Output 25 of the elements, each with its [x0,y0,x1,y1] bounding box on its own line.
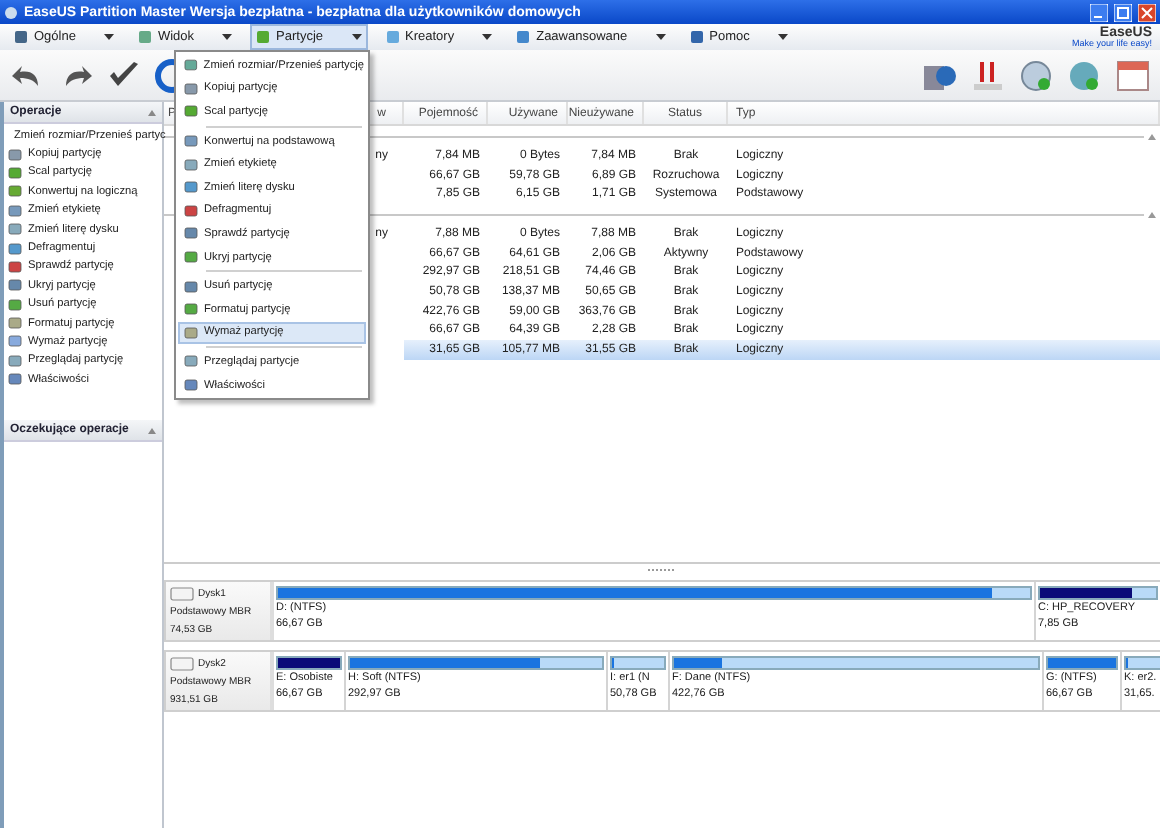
caret-icon [655,34,666,40]
caret-icon [222,34,233,40]
collapse-icon[interactable] [1148,211,1156,218]
caret-icon [777,34,788,40]
hard-drive-icon [170,655,194,671]
splitter-handle[interactable] [648,568,676,572]
menu-icon [14,30,28,44]
collapse-icon[interactable] [1148,133,1156,139]
close-button[interactable] [1138,3,1156,21]
menu-icon [516,30,531,44]
maximize-button[interactable] [1114,3,1132,21]
menu-icon [689,30,704,44]
app-icon [4,5,18,19]
disc-add-icon[interactable] [1016,55,1056,95]
minimize-button[interactable] [1090,3,1108,21]
menu-icon [137,30,152,44]
hard-drive-icon [170,585,194,601]
menu-icon [385,30,400,44]
caret-icon [103,34,114,40]
menu-icon [256,30,271,44]
calendar-icon[interactable] [1112,55,1152,95]
caret-icon [351,34,362,40]
caret-icon [482,34,493,40]
collapse-icon[interactable] [148,109,156,115]
collapse-icon[interactable] [148,427,156,434]
